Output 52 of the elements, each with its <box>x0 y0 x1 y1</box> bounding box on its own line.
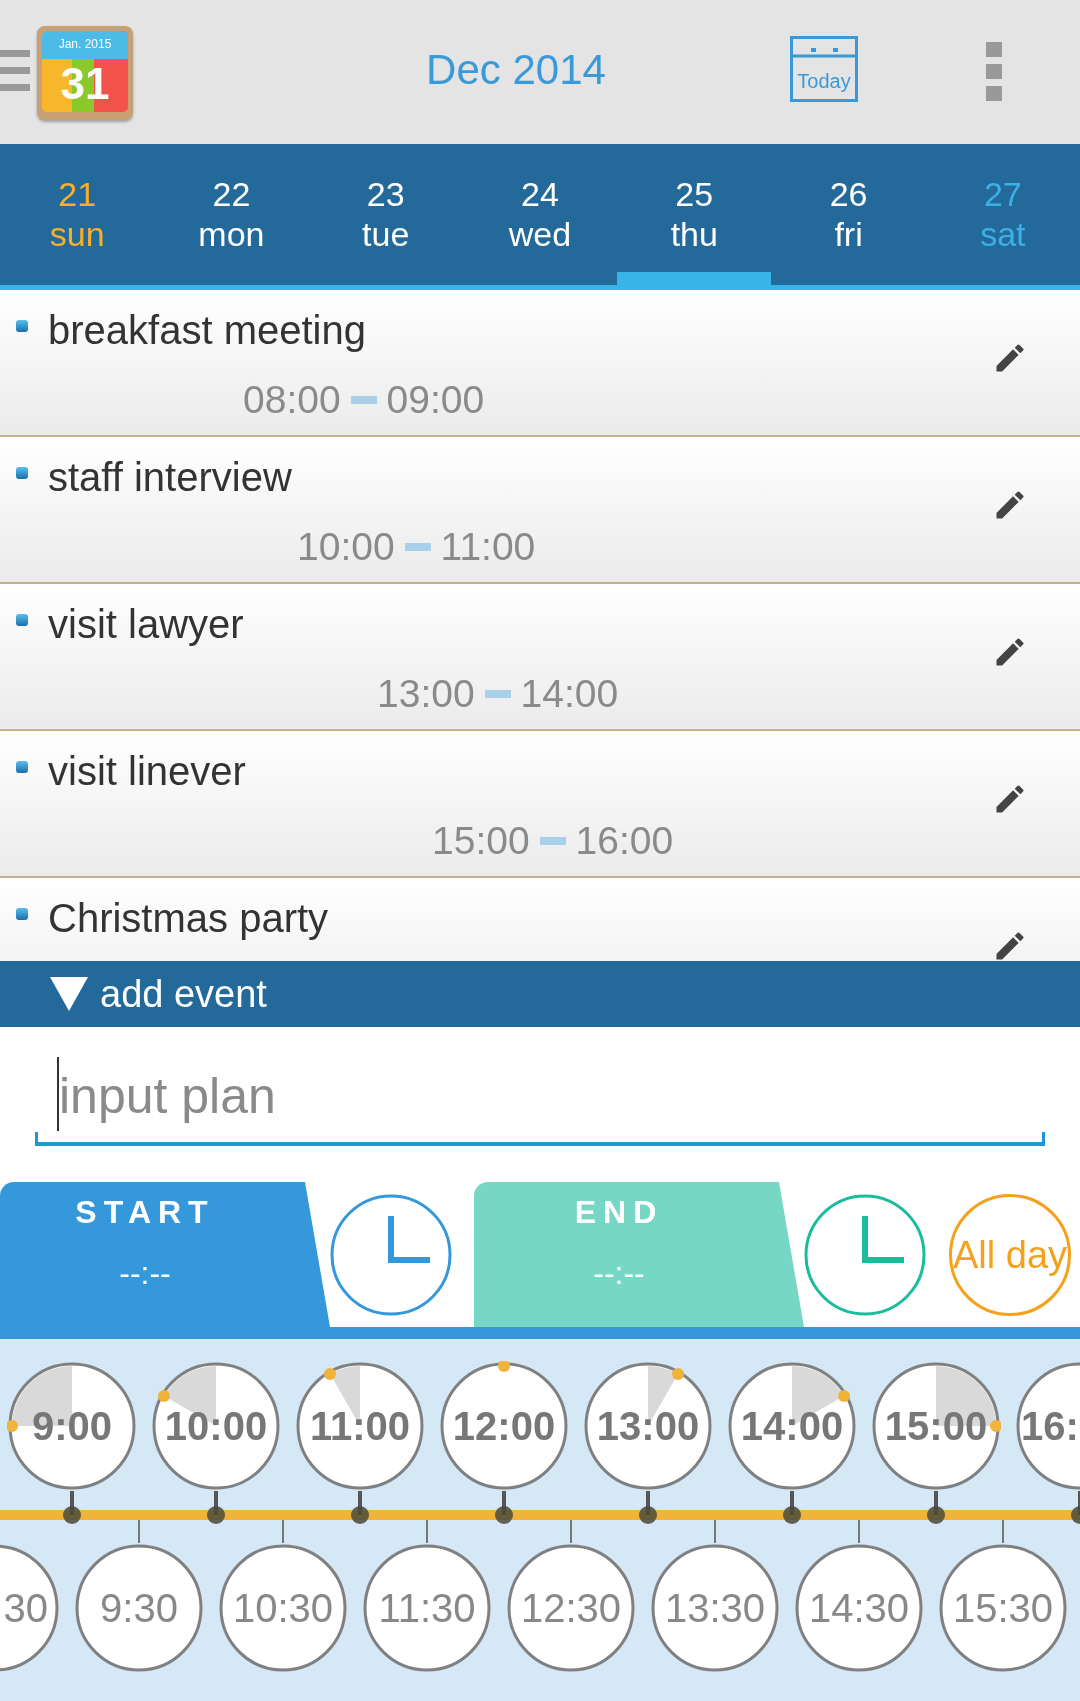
app-logo: Jan. 2015 31 <box>37 26 133 120</box>
start-tab[interactable]: START --:-- <box>0 1182 330 1327</box>
add-event-label[interactable]: add event <box>100 972 267 1016</box>
clock-icon[interactable] <box>330 1194 452 1316</box>
hour-slot[interactable]: 16: <box>1015 1361 1080 1491</box>
event-title[interactable]: breakfast meeting <box>48 308 366 353</box>
start-time: 13:00 <box>377 672 475 716</box>
half-hour-slot[interactable]: 15:30 <box>938 1543 1068 1673</box>
month-title: Dec 2014 <box>425 46 607 94</box>
calendar-rings-icon <box>793 45 855 58</box>
time-separator <box>404 543 431 551</box>
hour-slot[interactable]: 13:00 <box>583 1361 713 1491</box>
day-tab[interactable]: 27 sat <box>925 144 1080 285</box>
end-time: 11:00 <box>440 525 536 569</box>
day-tab[interactable]: 21 sun <box>0 144 155 285</box>
day-tab[interactable]: 26 fri <box>771 144 926 285</box>
hour-slot[interactable]: 11:00 <box>295 1361 425 1491</box>
collapse-icon[interactable] <box>50 977 88 1011</box>
hour-slot[interactable]: 15:00 <box>871 1361 1001 1491</box>
end-time: 16:00 <box>575 819 674 863</box>
day-tab[interactable]: 22 mon <box>154 144 309 285</box>
event-bullet-icon <box>16 908 28 920</box>
hour-slot[interactable]: 14:00 <box>727 1361 857 1491</box>
half-hour-slot[interactable]: 30 <box>0 1543 60 1673</box>
end-time: 14:00 <box>520 672 619 716</box>
half-hour-slot[interactable]: 9:30 <box>74 1543 204 1673</box>
hour-slot[interactable]: 10:00 <box>151 1361 281 1491</box>
start-time: 10:00 <box>297 525 395 569</box>
event-title[interactable]: staff interview <box>48 455 292 500</box>
half-hour-slot[interactable]: 13:30 <box>650 1543 780 1673</box>
time-separator <box>484 690 511 698</box>
event-bullet-icon <box>16 761 28 773</box>
start-time: 15:00 <box>432 819 530 863</box>
hour-slot[interactable]: 12:00 <box>439 1361 569 1491</box>
event-bullet-icon <box>16 320 28 332</box>
hour-slot[interactable]: 9:00 <box>7 1361 137 1491</box>
half-hour-slot[interactable]: 11:30 <box>362 1543 492 1673</box>
half-hour-slot[interactable]: 14:30 <box>794 1543 924 1673</box>
day-tab[interactable]: 24 wed <box>462 144 618 285</box>
half-hour-slot[interactable]: 12:30 <box>506 1543 636 1673</box>
event-bullet-icon <box>16 614 28 626</box>
time-separator <box>539 837 566 845</box>
time-separator <box>350 396 377 404</box>
event-title[interactable]: Christmas party <box>48 896 329 941</box>
event-title[interactable]: visit lawyer <box>48 602 244 647</box>
event-bullet-icon <box>16 467 28 479</box>
end-time: 09:00 <box>386 378 485 422</box>
start-time: 08:00 <box>243 378 341 422</box>
event-title[interactable]: visit linever <box>48 749 246 794</box>
day-tab[interactable]: 23 tue <box>308 144 463 285</box>
today-button[interactable]: Today <box>790 36 858 102</box>
half-hour-slot[interactable]: 10:30 <box>218 1543 348 1673</box>
